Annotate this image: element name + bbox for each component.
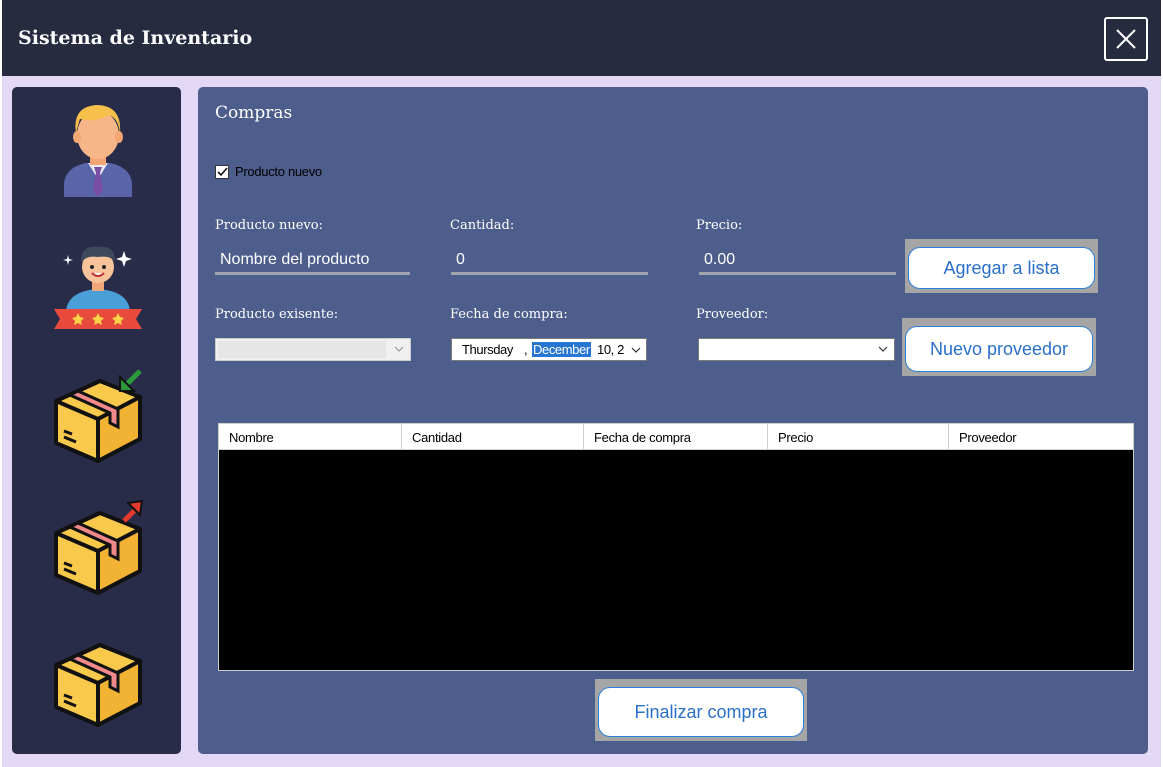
finish-purchase-frame: Finalizar compra	[595, 679, 807, 741]
purchase-date-label: Fecha de compra:	[450, 307, 568, 322]
new-supplier-button[interactable]: Nuevo proveedor	[905, 326, 1093, 372]
product-name-input[interactable]	[215, 247, 410, 275]
chevron-down-icon	[394, 346, 404, 352]
column-header-precio[interactable]: Precio	[768, 424, 949, 450]
checkbox-box[interactable]	[215, 164, 229, 179]
column-header-cantidad[interactable]: Cantidad	[402, 424, 584, 450]
purchases-panel: Compras Producto nuevo Producto nuevo: C…	[198, 87, 1148, 754]
purchase-date-picker[interactable]: Thursday , December 10, 2	[451, 338, 647, 361]
app-title: Sistema de Inventario	[18, 27, 253, 49]
sidebar-item-clientes[interactable]	[52, 235, 144, 331]
close-icon	[1116, 29, 1136, 49]
title-bar: Sistema de Inventario	[2, 0, 1161, 76]
section-title: Compras	[215, 103, 293, 123]
checkmark-icon	[216, 167, 228, 177]
sidebar	[12, 87, 181, 754]
date-month[interactable]: December	[532, 342, 591, 357]
supplier-select[interactable]	[698, 338, 895, 361]
date-rest: 10, 2	[597, 342, 624, 357]
add-to-list-frame: Agregar a lista	[905, 239, 1098, 293]
new-supplier-frame: Nuevo proveedor	[902, 318, 1096, 376]
box-in-icon	[54, 369, 142, 463]
sidebar-item-inventario[interactable]	[52, 631, 144, 727]
sidebar-item-usuarios[interactable]	[52, 101, 144, 197]
new-product-checkbox-label: Producto nuevo	[235, 164, 322, 179]
sidebar-item-entradas[interactable]	[52, 367, 144, 463]
close-button[interactable]	[1104, 17, 1148, 61]
quantity-label: Cantidad:	[450, 218, 515, 233]
date-day: Thursday	[462, 342, 513, 357]
price-label: Precio:	[696, 218, 743, 233]
column-header-proveedor[interactable]: Proveedor	[949, 424, 1133, 450]
existing-product-select-value	[218, 341, 386, 358]
date-separator: ,	[524, 342, 528, 357]
price-input[interactable]	[699, 247, 896, 275]
column-header-fecha[interactable]: Fecha de compra	[584, 424, 768, 450]
purchase-items-table[interactable]: Nombre Cantidad Fecha de compra Precio P…	[218, 423, 1134, 671]
existing-product-select[interactable]	[215, 338, 411, 361]
app-window: Sistema de Inventario Compras Producto n…	[2, 0, 1161, 767]
customer-rating-icon	[54, 246, 142, 329]
add-to-list-button[interactable]: Agregar a lista	[908, 247, 1095, 289]
sidebar-item-salidas[interactable]	[52, 499, 144, 595]
column-header-nombre[interactable]: Nombre	[219, 424, 402, 450]
chevron-down-icon	[878, 346, 888, 352]
box-out-icon	[54, 499, 144, 595]
supplier-label: Proveedor:	[696, 307, 769, 322]
new-product-checkbox[interactable]: Producto nuevo	[215, 164, 322, 179]
product-new-label: Producto nuevo:	[215, 218, 323, 233]
existing-product-label: Producto exisente:	[215, 307, 339, 322]
chevron-down-icon[interactable]	[630, 344, 642, 356]
finish-purchase-button[interactable]: Finalizar compra	[598, 687, 804, 737]
box-icon	[54, 643, 142, 727]
table-header: Nombre Cantidad Fecha de compra Precio P…	[219, 424, 1133, 450]
businessman-icon	[64, 105, 132, 197]
quantity-input[interactable]	[451, 247, 648, 275]
